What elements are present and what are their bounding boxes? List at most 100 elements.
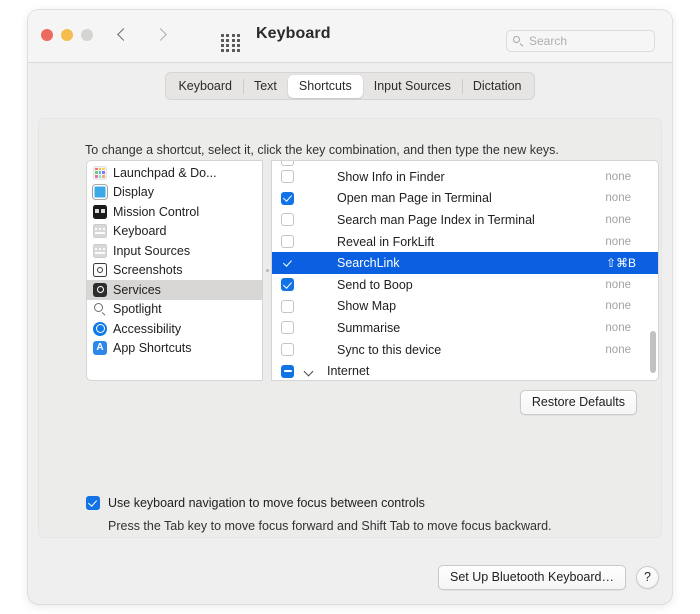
row-checkbox[interactable]: [281, 343, 294, 357]
restore-defaults-button[interactable]: Restore Defaults: [519, 390, 637, 415]
table-row-selected[interactable]: SearchLink ⇧⌘B: [272, 252, 658, 274]
table-row[interactable]: Show Info in Finder none: [272, 166, 658, 188]
restore-defaults-wrap: Restore Defaults: [519, 390, 637, 415]
sidebar-item-launchpad[interactable]: Launchpad & Do...: [87, 163, 262, 183]
sidebar-item-accessibility[interactable]: Accessibility: [87, 319, 262, 339]
shortcut-lists: Launchpad & Do... Display Mission Contro…: [86, 160, 659, 381]
shortcut-key[interactable]: none: [605, 171, 631, 183]
sidebar-item-label: Keyboard: [113, 224, 167, 239]
category-list[interactable]: Launchpad & Do... Display Mission Contro…: [86, 160, 263, 381]
sidebar-item-services[interactable]: Services: [87, 280, 262, 300]
table-row[interactable]: Search man Page Index in Terminal none: [272, 209, 658, 231]
tab-bar: Keyboard Text Shortcuts Input Sources Di…: [28, 62, 672, 110]
window-footer: Set Up Bluetooth Keyboard… ?: [438, 565, 659, 590]
sidebar-item-mission-control[interactable]: Mission Control: [87, 202, 262, 222]
launchpad-icon: [93, 165, 107, 180]
shortcut-name: Summarise: [337, 320, 401, 335]
row-checkbox[interactable]: [281, 278, 294, 292]
table-row[interactable]: Send to Boop none: [272, 274, 658, 296]
sidebar-item-app-shortcuts[interactable]: A App Shortcuts: [87, 339, 262, 359]
row-checkbox[interactable]: [281, 299, 294, 313]
keyboard-icon: [93, 224, 107, 239]
keyboard-navigation-checkbox-row[interactable]: Use keyboard navigation to move focus be…: [86, 496, 552, 510]
minimize-button[interactable]: [61, 29, 73, 41]
sidebar-item-screenshots[interactable]: Screenshots: [87, 261, 262, 281]
tab-shortcuts[interactable]: Shortcuts: [287, 74, 363, 98]
services-gear-icon: [93, 282, 107, 297]
row-checkbox[interactable]: [281, 213, 294, 227]
shortcut-name: Open man Page in Terminal: [337, 191, 492, 206]
table-row[interactable]: Show Map none: [272, 296, 658, 318]
row-checkbox[interactable]: [281, 235, 294, 249]
shortcut-name: SearchLink: [337, 256, 400, 271]
sidebar-item-label: Input Sources: [113, 243, 191, 258]
navigation-arrows: [116, 24, 170, 48]
accessibility-icon: [93, 321, 107, 336]
forward-chevron-icon: [154, 24, 170, 48]
system-preferences-window: Keyboard Search Keyboard Text Shortcuts …: [28, 10, 672, 604]
sidebar-item-label: Spotlight: [113, 302, 162, 317]
setup-bluetooth-keyboard-button[interactable]: Set Up Bluetooth Keyboard…: [438, 565, 626, 590]
table-row[interactable]: Open man Page in Terminal none: [272, 188, 658, 210]
mission-control-icon: [93, 204, 107, 219]
shortcut-name: Reveal in ForkLift: [337, 234, 435, 249]
shortcut-key[interactable]: none: [605, 214, 631, 226]
instruction-text: To change a shortcut, select it, click t…: [85, 143, 559, 157]
table-row[interactable]: Sync to this device none: [272, 339, 658, 361]
shortcut-name: Show Map: [337, 299, 397, 314]
sidebar-item-label: App Shortcuts: [113, 341, 192, 356]
sidebar-item-label: Launchpad & Do...: [113, 165, 217, 180]
window-titlebar: Keyboard Search: [28, 10, 672, 63]
sidebar-item-input-sources[interactable]: Input Sources: [87, 241, 262, 261]
group-checkbox[interactable]: [281, 364, 294, 378]
tab-dictation[interactable]: Dictation: [461, 75, 533, 98]
spotlight-icon: [93, 302, 107, 316]
keyboard-navigation-section: Use keyboard navigation to move focus be…: [86, 496, 552, 533]
sidebar-item-label: Services: [113, 282, 161, 297]
shortcut-key[interactable]: none: [605, 192, 631, 204]
row-checkbox[interactable]: [281, 257, 294, 270]
all-preferences-grid-icon[interactable]: [221, 34, 240, 52]
table-row[interactable]: Reveal in ForkLift none: [272, 231, 658, 253]
shortcut-name: Sync to this device: [337, 342, 442, 357]
chevron-down-icon[interactable]: [304, 367, 313, 376]
sidebar-item-label: Accessibility: [113, 321, 182, 336]
vertical-scrollbar[interactable]: [649, 331, 656, 373]
back-chevron-icon[interactable]: [116, 24, 132, 48]
keyboard-navigation-checkbox[interactable]: [86, 496, 100, 510]
help-button[interactable]: ?: [636, 566, 659, 589]
screenshots-icon: [93, 263, 107, 278]
row-checkbox[interactable]: [281, 161, 294, 166]
table-row[interactable]: Summarise none: [272, 317, 658, 339]
close-button[interactable]: [41, 29, 53, 41]
shortcut-key[interactable]: ⇧⌘B: [606, 256, 636, 270]
shortcut-key[interactable]: none: [605, 300, 631, 312]
keyboard-navigation-label: Use keyboard navigation to move focus be…: [108, 496, 425, 510]
shortcut-key[interactable]: none: [605, 322, 631, 334]
shortcut-name: Search man Page Index in Terminal: [337, 212, 535, 227]
shortcut-name: Send to Boop: [337, 277, 413, 292]
row-checkbox[interactable]: [281, 321, 294, 335]
sidebar-item-display[interactable]: Display: [87, 183, 262, 203]
app-shortcuts-icon: A: [93, 341, 107, 356]
tab-keyboard[interactable]: Keyboard: [167, 75, 243, 98]
shortcut-key[interactable]: none: [605, 279, 631, 291]
list-splitter-handle[interactable]: [263, 160, 271, 381]
keyboard-navigation-help-text: Press the Tab key to move focus forward …: [108, 519, 552, 533]
row-checkbox[interactable]: [281, 191, 294, 205]
table-group-row-internet[interactable]: Internet: [272, 360, 658, 380]
traffic-lights: [41, 29, 93, 41]
sidebar-item-keyboard[interactable]: Keyboard: [87, 222, 262, 242]
shortcut-list[interactable]: Show Info in Finder none Open man Page i…: [271, 160, 659, 381]
tab-input-sources[interactable]: Input Sources: [363, 75, 462, 98]
search-field[interactable]: Search: [506, 30, 655, 52]
shortcut-key[interactable]: none: [605, 236, 631, 248]
sidebar-item-spotlight[interactable]: Spotlight: [87, 300, 262, 320]
input-sources-icon: [93, 243, 107, 258]
row-checkbox[interactable]: [281, 170, 294, 184]
shortcut-key[interactable]: none: [605, 344, 631, 356]
tab-text[interactable]: Text: [242, 75, 288, 98]
search-placeholder: Search: [529, 34, 568, 48]
shortcut-name: Show Info in Finder: [337, 169, 445, 184]
sidebar-item-label: Screenshots: [113, 263, 183, 278]
